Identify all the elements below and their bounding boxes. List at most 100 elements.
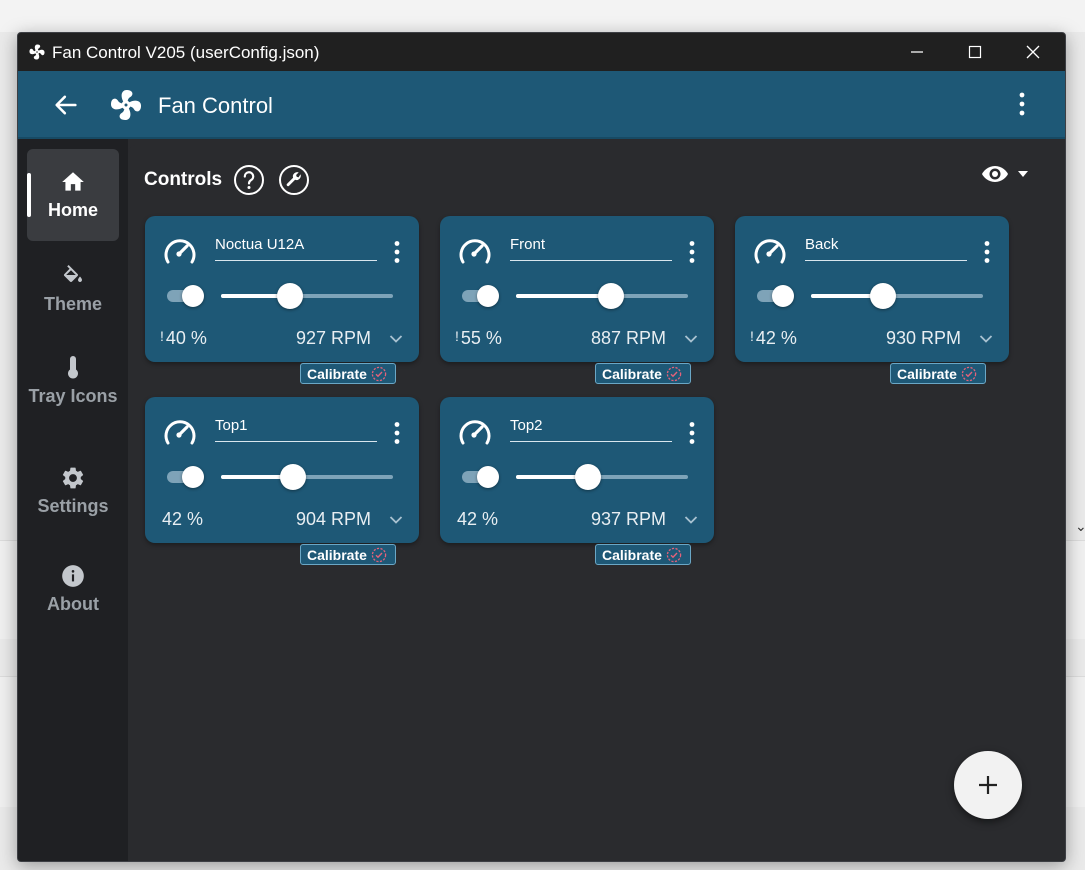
fan-logo-icon [111,90,142,120]
calibrate-label: Calibrate [897,365,957,382]
toggle-knob [182,466,204,488]
chevron-down-icon[interactable] [684,515,698,525]
speedometer-icon [164,420,196,445]
add-control-button[interactable] [954,751,1022,819]
info-icon [62,565,84,587]
calibrate-button[interactable]: Calibrate [595,363,691,384]
title-bar[interactable]: Fan Control V205 (userConfig.json) [18,33,1065,71]
fan-name-input[interactable]: Front [510,236,672,261]
sidebar-item-label: About [47,594,99,614]
enable-toggle[interactable] [462,285,502,307]
close-icon [1026,45,1040,59]
speed-percent: 42 % [162,509,204,529]
chevron-down-icon[interactable] [684,334,698,344]
slider-thumb[interactable] [870,283,896,309]
calibrate-check-icon [666,547,682,562]
fan-control-card: Top1 42 % 904 RPM [145,397,419,543]
fan-rpm: 904 RPM [295,509,371,529]
fan-rpm: 937 RPM [590,509,666,529]
enable-toggle[interactable] [757,285,797,307]
slider-thumb[interactable] [575,464,601,490]
speed-slider[interactable] [221,464,393,490]
speedometer-icon [459,420,491,445]
speed-percent: ! 40 % [160,328,207,348]
sidebar-item-label: Tray Icons [28,386,118,406]
active-indicator [27,173,31,217]
sidebar-item-theme[interactable]: Theme [27,265,119,325]
minimize-icon [911,51,923,53]
fan-control-card: Front ! 55 % 887 RPM [440,216,714,362]
more-options-icon[interactable] [1014,91,1030,117]
gear-icon [62,467,84,489]
fan-rpm: 927 RPM [295,328,371,348]
sidebar: Home Theme Tray Icons Settings About [18,139,128,861]
fan-control-card: Noctua U12A ! 40 % 927 RPM [145,216,419,362]
speed-slider[interactable] [811,283,983,309]
speed-slider[interactable] [516,283,688,309]
calibrate-button[interactable]: Calibrate [890,363,986,384]
warning-indicator: ! [160,328,164,344]
calibrate-check-icon [371,547,387,562]
slider-thumb[interactable] [598,283,624,309]
calibrate-label: Calibrate [602,365,662,382]
close-button[interactable] [1004,33,1062,71]
wrench-icon[interactable] [278,164,310,196]
background-chevron: ⌄ [1075,518,1085,534]
speed-percent: ! 55 % [455,328,502,348]
speed-slider[interactable] [221,283,393,309]
app-title: Fan Control [158,93,273,118]
slider-thumb[interactable] [280,464,306,490]
fan-name-input[interactable]: Back [805,236,967,261]
chevron-down-icon[interactable] [389,334,403,344]
fan-icon [29,44,45,60]
toggle-knob [477,285,499,307]
slider-thumb[interactable] [277,283,303,309]
warning-indicator: ! [750,328,754,344]
calibrate-button[interactable]: Calibrate [595,544,691,565]
toggle-knob [477,466,499,488]
home-icon [62,172,84,191]
paint-bucket-icon [63,265,82,282]
sidebar-item-label: Theme [43,294,103,314]
chevron-down-icon[interactable] [1017,169,1029,179]
sidebar-item-label: Settings [37,496,109,516]
calibrate-check-icon [961,366,977,381]
fan-name-input[interactable]: Noctua U12A [215,236,377,261]
maximize-button[interactable] [946,33,1004,71]
sidebar-item-settings[interactable]: Settings [27,465,119,525]
calibrate-button[interactable]: Calibrate [300,363,396,384]
help-icon[interactable] [233,164,265,196]
card-menu-icon[interactable] [688,240,696,264]
minimize-button[interactable] [888,33,946,71]
card-menu-icon[interactable] [393,240,401,264]
sidebar-item-home[interactable]: Home [27,149,119,241]
plus-icon [979,776,997,794]
fan-control-card: Top2 42 % 937 RPM [440,397,714,543]
speed-percent: 42 % [457,509,499,529]
card-menu-icon[interactable] [393,421,401,445]
card-menu-icon[interactable] [983,240,991,264]
sidebar-item-label: Home [47,200,98,220]
calibrate-label: Calibrate [307,365,367,382]
enable-toggle[interactable] [167,466,207,488]
sidebar-item-about[interactable]: About [27,563,119,623]
thermometer-icon [68,356,78,379]
enable-toggle[interactable] [167,285,207,307]
back-arrow-icon[interactable] [52,91,80,119]
speedometer-icon [164,239,196,264]
fan-control-card: Back ! 42 % 930 RPM [735,216,1009,362]
fan-name-input[interactable]: Top1 [215,417,377,442]
fan-name-input[interactable]: Top2 [510,417,672,442]
chevron-down-icon[interactable] [389,515,403,525]
card-menu-icon[interactable] [688,421,696,445]
speed-slider[interactable] [516,464,688,490]
eye-icon[interactable] [980,163,1010,185]
app-bar: Fan Control [18,71,1065,139]
chevron-down-icon[interactable] [979,334,993,344]
sidebar-item-tray-icons[interactable]: Tray Icons [27,355,119,435]
calibrate-label: Calibrate [307,546,367,563]
page-title: Controls [144,169,223,190]
enable-toggle[interactable] [462,466,502,488]
fan-rpm: 930 RPM [885,328,961,348]
calibrate-button[interactable]: Calibrate [300,544,396,565]
